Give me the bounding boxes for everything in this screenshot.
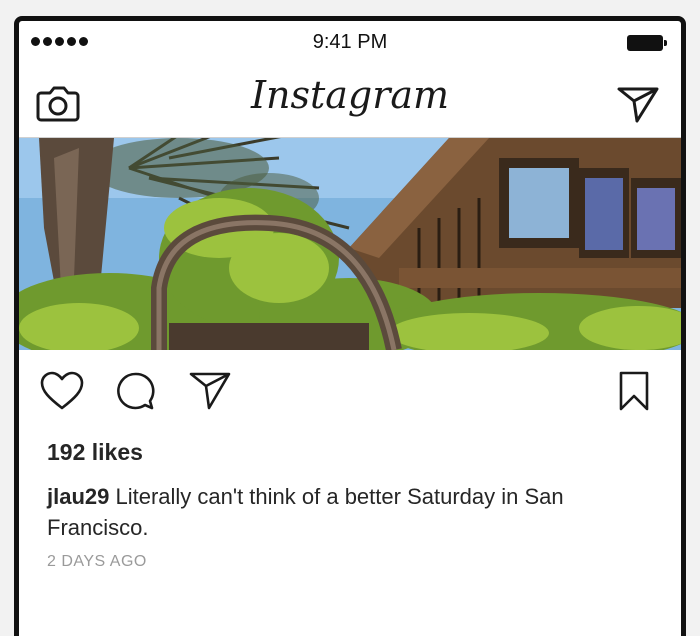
status-bar: 9:41 PM — [19, 21, 681, 65]
heart-icon — [40, 371, 84, 410]
post-caption: jlau29 Literally can't think of a better… — [47, 481, 667, 543]
caption-username[interactable]: jlau29 — [47, 484, 109, 509]
comment-button[interactable] — [115, 370, 157, 412]
nav-bar: Instagram — [19, 71, 681, 138]
paper-plane-icon — [189, 372, 231, 410]
post-image — [19, 138, 681, 350]
instagram-logo: Instagram — [250, 73, 450, 117]
status-time: 9:41 PM — [312, 31, 388, 53]
phone-frame: 9:41 PM Instagram 192 likes jlau29 Liter… — [14, 16, 686, 636]
like-button[interactable] — [39, 370, 85, 412]
post-timestamp: 2 DAYS AGO — [47, 553, 147, 570]
like-count[interactable]: 192 likes — [47, 439, 143, 466]
post-actions — [19, 366, 681, 416]
comment-bubble-icon — [117, 372, 155, 410]
battery-icon — [627, 35, 667, 51]
post-photo[interactable] — [19, 138, 681, 350]
save-button[interactable] — [617, 370, 651, 412]
paper-plane-icon — [617, 87, 659, 123]
caption-text: Literally can't think of a better Saturd… — [47, 484, 564, 540]
bookmark-icon — [619, 371, 649, 411]
direct-message-button[interactable] — [615, 81, 661, 125]
share-button[interactable] — [187, 368, 233, 412]
